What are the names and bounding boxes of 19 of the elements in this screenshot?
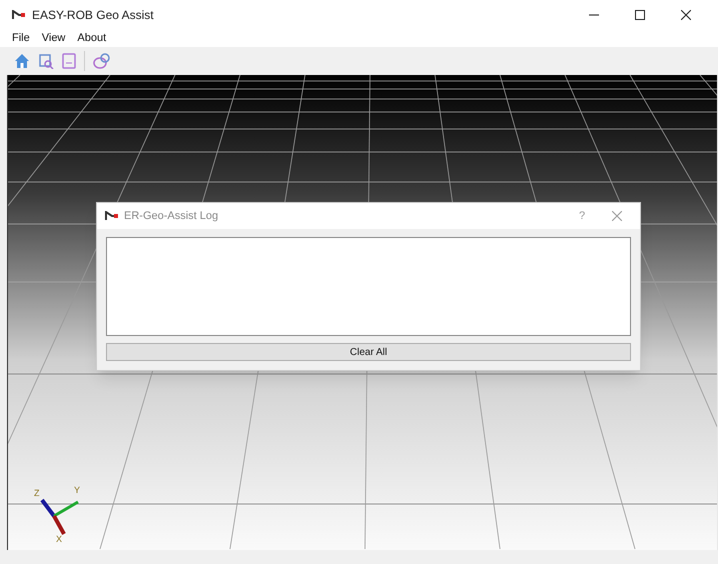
window-title: EASY-ROB Geo Assist [32,7,154,24]
menu-item[interactable]: View [42,30,66,47]
x-axis-label: X [56,533,62,546]
maximize-icon [635,10,645,20]
dialog-title: ER-Geo-Assist Log [124,208,218,224]
logo-icon [105,211,119,221]
menu-item[interactable]: About [77,30,106,47]
close-icon [612,211,622,221]
close-icon [681,10,691,20]
zoom-window-icon[interactable] [38,53,54,69]
y-axis-label: Y [74,484,80,497]
z-axis-label: Z [34,487,40,500]
menu-item[interactable]: File [12,30,30,47]
chat-bubbles-icon[interactable] [93,53,111,69]
document-icon[interactable] [62,53,76,69]
logo-icon [12,10,26,20]
home-icon[interactable] [14,53,30,69]
log-text-area[interactable] [106,237,631,336]
clear-all-button[interactable]: Clear All [106,343,631,361]
